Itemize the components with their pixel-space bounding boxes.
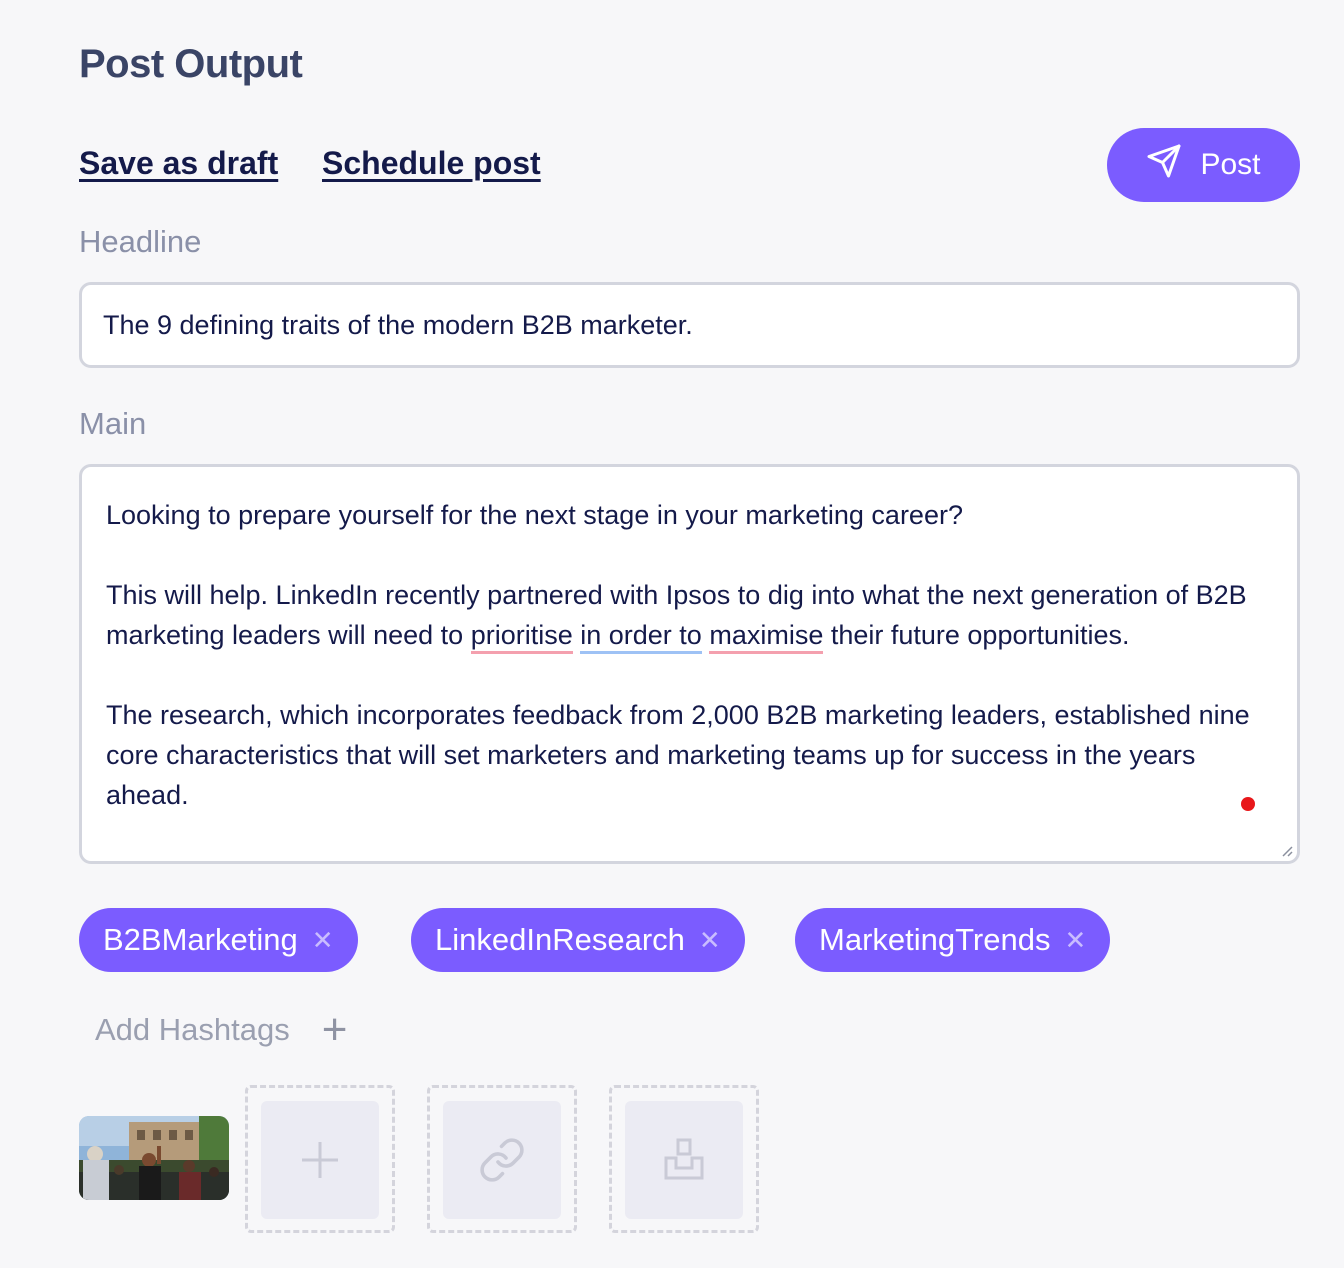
save-as-draft-link[interactable]: Save as draft (79, 145, 278, 182)
remove-hashtag-icon[interactable]: ✕ (1064, 925, 1086, 956)
cursor-indicator (1241, 797, 1255, 811)
resize-handle-icon[interactable] (1279, 843, 1293, 857)
headline-label: Headline (79, 224, 202, 259)
plus-icon (302, 1142, 338, 1178)
add-hashtags-button[interactable]: Add Hashtags + (95, 1008, 347, 1052)
grammar-flag-in-order-to[interactable]: in order to (580, 620, 702, 654)
main-paragraph-3: The research, which incorporates feedbac… (106, 700, 1250, 810)
schedule-post-link[interactable]: Schedule post (322, 145, 541, 182)
hashtag-label: LinkedInResearch (435, 922, 685, 957)
headline-input[interactable] (79, 282, 1300, 368)
main-paragraph-1: Looking to prepare yourself for the next… (106, 500, 963, 530)
page-title: Post Output (79, 42, 303, 86)
attached-image-thumbnail[interactable] (79, 1116, 229, 1200)
remove-hashtag-icon[interactable]: ✕ (312, 925, 334, 956)
inbox-icon (664, 1138, 704, 1180)
spelling-flag-maximise[interactable]: maximise (709, 620, 824, 654)
hashtag-chip[interactable]: LinkedInResearch ✕ (411, 908, 745, 972)
main-label: Main (79, 406, 147, 441)
hashtag-chip[interactable]: B2BMarketing ✕ (79, 908, 358, 972)
add-link-slot[interactable] (427, 1085, 577, 1233)
main-paragraph-2: This will help. LinkedIn recently partne… (106, 575, 1273, 655)
send-icon (1146, 143, 1182, 187)
hashtag-label: B2BMarketing (103, 922, 298, 957)
plus-icon: + (321, 1005, 348, 1054)
add-hashtags-label: Add Hashtags (95, 1012, 290, 1047)
spelling-flag-prioritise[interactable]: prioritise (470, 620, 573, 654)
add-media-slot[interactable] (245, 1085, 395, 1233)
main-textarea[interactable]: Looking to prepare yourself for the next… (79, 464, 1300, 864)
post-button[interactable]: Post (1107, 128, 1300, 202)
remove-hashtag-icon[interactable]: ✕ (699, 925, 721, 956)
main-paragraph-2-end: their future opportunities. (823, 620, 1130, 650)
add-embed-slot[interactable] (609, 1085, 759, 1233)
post-button-label: Post (1200, 148, 1261, 181)
hashtag-chip[interactable]: MarketingTrends ✕ (795, 908, 1111, 972)
hashtag-label: MarketingTrends (819, 922, 1051, 957)
link-icon (480, 1138, 524, 1182)
